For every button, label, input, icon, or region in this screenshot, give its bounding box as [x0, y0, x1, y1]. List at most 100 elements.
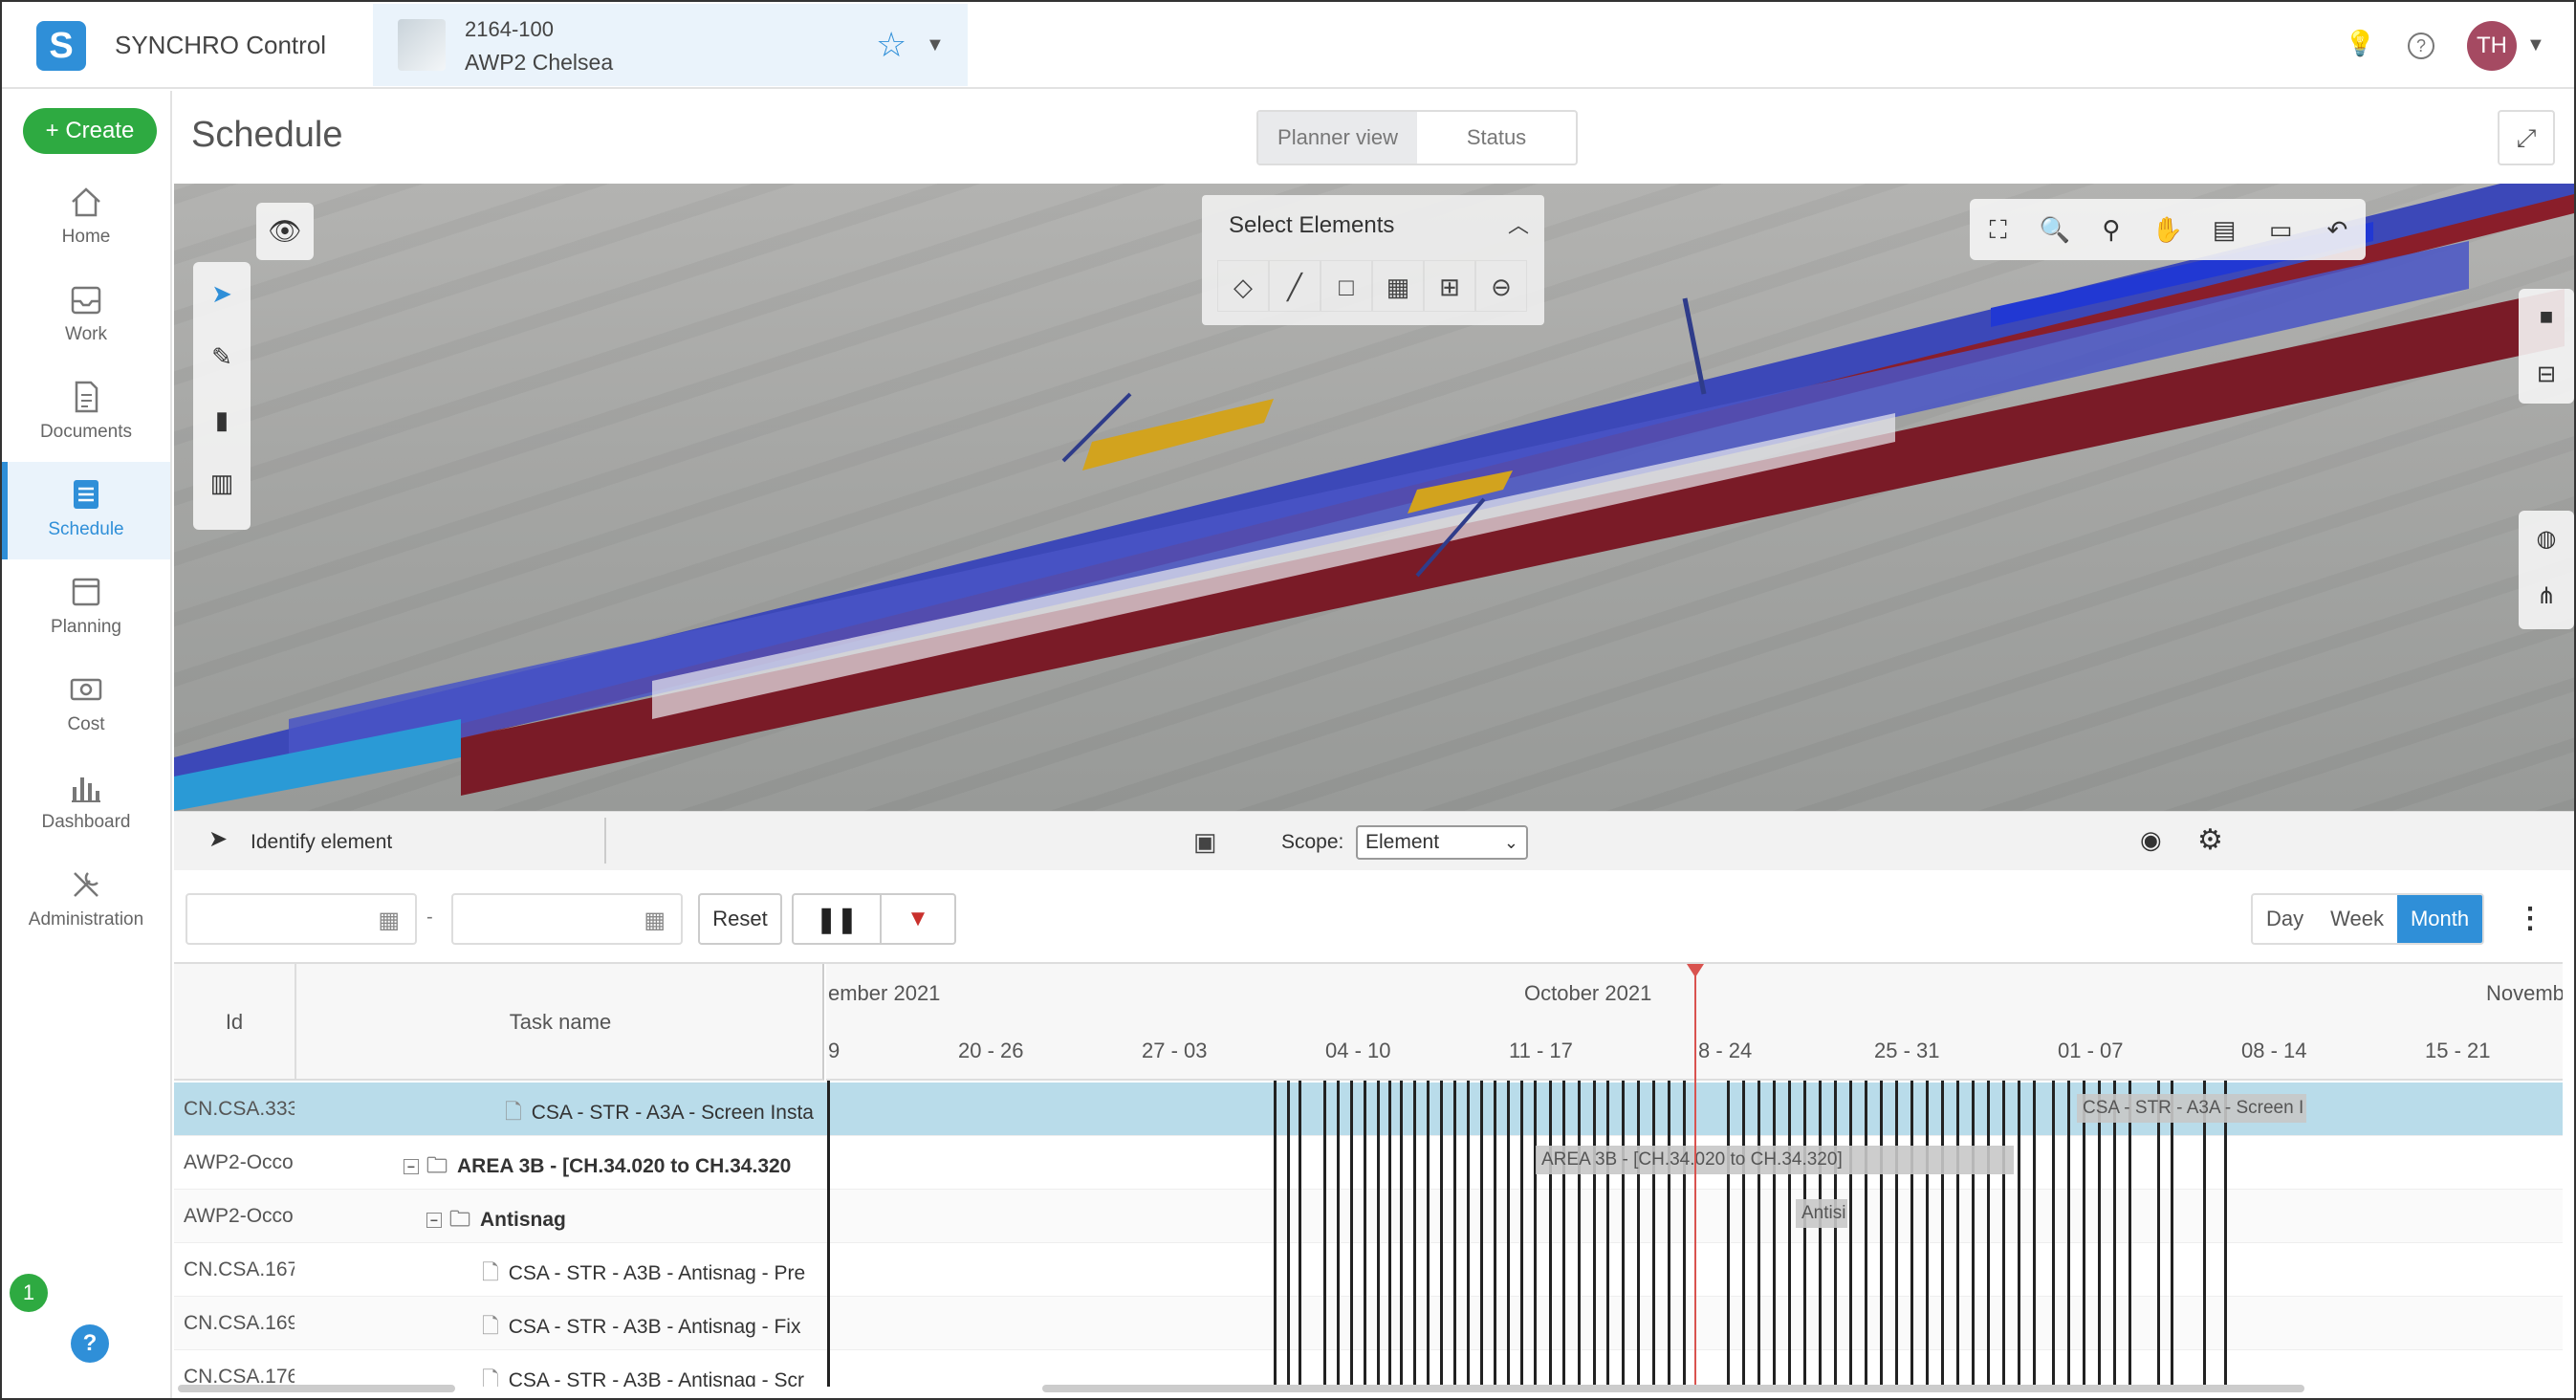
- filter-icon[interactable]: ▼: [882, 893, 956, 945]
- project-selector[interactable]: 2164-100 AWP2 Chelsea ☆ ▼: [373, 4, 968, 86]
- create-button[interactable]: + Create: [23, 108, 157, 154]
- timeline-dependency-line: [1668, 1081, 1670, 1387]
- visibility-eye-icon[interactable]: 👁: [256, 203, 314, 260]
- nav-item-schedule[interactable]: Schedule: [2, 462, 170, 559]
- task-icon: 🗋: [482, 1260, 499, 1284]
- grid-horizontal-scrollbar[interactable]: [178, 1385, 455, 1392]
- more-options-icon[interactable]: ⋮: [2505, 891, 2555, 947]
- camera-icon[interactable]: ◉: [2140, 825, 2162, 855]
- tab-status[interactable]: Status: [1417, 112, 1576, 164]
- timeline-dependency-line: [1865, 1081, 1867, 1387]
- cursor-arrow-icon[interactable]: ➤: [208, 825, 228, 853]
- section-box-icon[interactable]: ⊟: [2519, 346, 2574, 404]
- viewport-navigation-toolbar: ⛶ 🔍 ⚲ ✋ ▤ ▭ ↶: [1970, 199, 2366, 260]
- home-icon: [72, 187, 100, 217]
- add-selection-icon[interactable]: ⊞: [1424, 260, 1475, 312]
- zoom-window-icon[interactable]: 🔍: [2026, 199, 2083, 260]
- selection-mode-toolbar: ◇ ╱ □ ▦ ⊞ ⊖: [1217, 260, 1527, 312]
- calendar-icon[interactable]: ▦: [644, 907, 666, 934]
- viewport-right-tools: ■ ⊟: [2519, 289, 2574, 404]
- screenshot-icon[interactable]: ▣: [1193, 827, 1217, 857]
- help-icon[interactable]: ?: [2408, 33, 2434, 59]
- user-avatar[interactable]: TH: [2467, 21, 2517, 71]
- timeline-dependency-line: [1880, 1081, 1883, 1387]
- scope-select[interactable]: Element ⌄: [1356, 825, 1528, 860]
- notification-badge[interactable]: 1: [10, 1274, 48, 1312]
- timeline-dependency-line: [1819, 1081, 1822, 1387]
- create-button-label: Create: [65, 118, 135, 143]
- calendar-icon[interactable]: ▦: [378, 907, 400, 934]
- nav-item-documents[interactable]: Documents: [2, 364, 170, 462]
- nav-item-administration[interactable]: Administration: [2, 852, 170, 950]
- gantt-summary-bar[interactable]: AREA 3B - [CH.34.020 to CH.34.320]: [1536, 1146, 2014, 1174]
- video-camera-icon[interactable]: ■: [2519, 289, 2574, 346]
- chevron-down-icon[interactable]: ▼: [2526, 34, 2545, 56]
- timeline-dependency-line: [827, 1081, 830, 1387]
- gantt-bar[interactable]: CSA - STR - A3A - Screen I: [2077, 1094, 2306, 1123]
- reset-button[interactable]: Reset: [698, 893, 782, 945]
- timeline-dependency-line: [1467, 1081, 1470, 1387]
- gear-icon[interactable]: ⚙: [2197, 823, 2223, 857]
- select-pointer-icon[interactable]: ➤: [193, 262, 251, 325]
- nav-item-home[interactable]: Home: [2, 169, 170, 267]
- hierarchy-icon[interactable]: ⋔: [2519, 568, 2574, 625]
- range-day[interactable]: Day: [2253, 895, 2317, 943]
- remove-selection-icon[interactable]: ⊖: [1475, 260, 1527, 312]
- help-button[interactable]: ?: [71, 1324, 109, 1363]
- collapse-toggle-icon[interactable]: −: [426, 1213, 442, 1229]
- pencil-icon[interactable]: ✎: [193, 325, 251, 388]
- lightbulb-icon[interactable]: 💡: [2345, 29, 2375, 61]
- timeline-dependency-line: [1910, 1081, 1913, 1387]
- timeline-dependency-line: [1507, 1081, 1510, 1387]
- zoom-icon[interactable]: ⚲: [2083, 199, 2139, 260]
- range-week[interactable]: Week: [2317, 895, 2397, 943]
- view-toggle: Planner view Status: [1256, 110, 1578, 165]
- collapse-toggle-icon[interactable]: −: [404, 1159, 419, 1175]
- globe-icon[interactable]: ◍: [2519, 511, 2574, 568]
- favorite-star-icon[interactable]: ☆: [876, 25, 906, 65]
- administration-icon: [74, 872, 98, 897]
- row-id: CN.CSA.333: [184, 1098, 295, 1120]
- start-date-input[interactable]: ▦: [186, 893, 417, 945]
- timeline-dependency-line: [1972, 1081, 1975, 1387]
- chevron-up-icon[interactable]: ︿: [1508, 208, 1529, 239]
- timeline-dependency-line: [1941, 1081, 1944, 1387]
- 3d-viewport[interactable]: 👁 ➤ ✎ ▮ ▥ Select Elements ︿ ◇ ╱ □ ▦ ⊞ ⊖ …: [174, 184, 2574, 811]
- timeline-horizontal-scrollbar[interactable]: [1042, 1385, 2304, 1392]
- nav-item-work[interactable]: Work: [2, 267, 170, 364]
- synchro-logo-icon[interactable]: S: [36, 21, 86, 71]
- nav-item-dashboard[interactable]: Dashboard: [2, 755, 170, 852]
- tab-planner-view[interactable]: Planner view: [1258, 112, 1417, 164]
- timeline-dependency-line: [1637, 1081, 1640, 1387]
- camera-front-icon[interactable]: ▭: [2253, 199, 2309, 260]
- pause-icon[interactable]: ❚❚: [792, 893, 882, 945]
- today-marker-flag[interactable]: [1687, 964, 1704, 977]
- app-name: SYNCHRO Control: [115, 31, 327, 59]
- select-box-icon[interactable]: □: [1321, 260, 1372, 312]
- delete-icon[interactable]: ▮: [193, 388, 251, 451]
- pan-hand-icon[interactable]: ✋: [2139, 199, 2195, 260]
- identify-element-dropdown[interactable]: Identify element: [251, 831, 392, 854]
- fullscreen-icon[interactable]: ⤢: [2498, 110, 2555, 165]
- column-header-task-name[interactable]: Task name: [298, 964, 822, 1081]
- gantt-bar[interactable]: Antisi: [1796, 1199, 1847, 1228]
- inbox-icon: [71, 286, 101, 315]
- scope-label: Scope:: [1281, 831, 1344, 853]
- column-header-id[interactable]: Id: [174, 964, 296, 1081]
- section-tool-icon[interactable]: ▥: [193, 451, 251, 514]
- select-line-icon[interactable]: ╱: [1269, 260, 1321, 312]
- nav-item-planning[interactable]: Planning: [2, 559, 170, 657]
- nav-item-cost[interactable]: Cost: [2, 657, 170, 755]
- timeline-dependency-line: [2033, 1081, 2036, 1387]
- select-point-icon[interactable]: ◇: [1217, 260, 1269, 312]
- camera-top-icon[interactable]: ▤: [2196, 199, 2253, 260]
- chevron-down-icon[interactable]: ▼: [926, 34, 945, 56]
- fit-view-icon[interactable]: ⛶: [1970, 199, 2026, 260]
- undo-view-icon[interactable]: ↶: [2309, 199, 2366, 260]
- end-date-input[interactable]: ▦: [451, 893, 683, 945]
- timeline-dependency-line: [2018, 1081, 2020, 1387]
- select-crossing-icon[interactable]: ▦: [1372, 260, 1424, 312]
- range-month[interactable]: Month: [2396, 895, 2483, 943]
- row-task-name: 🗋 CSA - STR - A3A - Screen Insta: [505, 1096, 820, 1132]
- app-window: S SYNCHRO Control 2164-100 AWP2 Chelsea …: [0, 0, 2576, 1400]
